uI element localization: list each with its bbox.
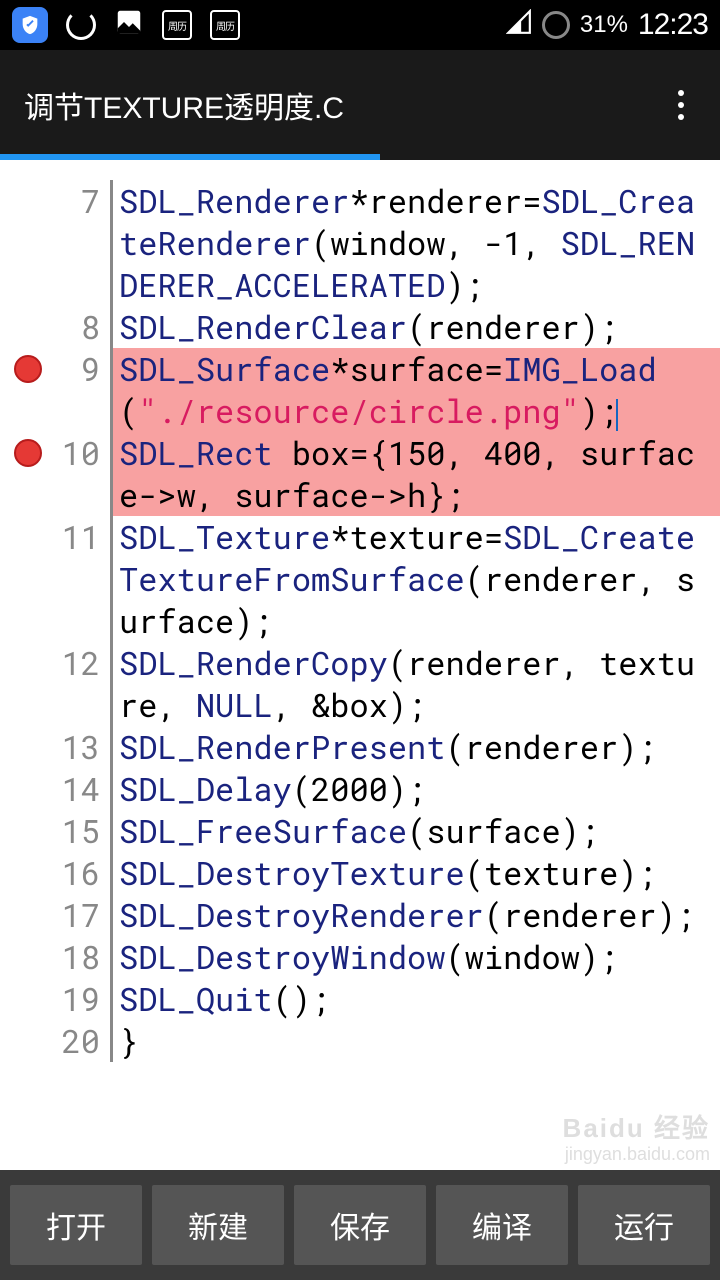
signal-icon (506, 9, 532, 42)
app-bar: 调节TEXTURE透明度.C (0, 50, 720, 160)
more-menu-button[interactable] (666, 78, 696, 132)
gutter[interactable]: 10 (0, 432, 110, 516)
bottom-toolbar: 打开 新建 保存 编译 运行 (0, 1170, 720, 1280)
file-title[interactable]: 调节TEXTURE透明度.C (24, 83, 344, 127)
line-number: 16 (62, 852, 100, 894)
new-button[interactable]: 新建 (152, 1185, 284, 1265)
gutter[interactable]: 12 (0, 642, 110, 726)
gutter[interactable]: 19 (0, 978, 110, 1020)
gutter[interactable]: 13 (0, 726, 110, 768)
gutter[interactable]: 18 (0, 936, 110, 978)
code-text[interactable]: SDL_Quit(); (113, 978, 720, 1020)
shield-app-icon (12, 7, 48, 43)
line-number: 18 (62, 936, 100, 978)
code-editor[interactable]: 61280, SDL_WINDOW_SHOWN);7SDL_Renderer*r… (0, 160, 720, 1170)
line-number: 19 (62, 978, 100, 1020)
code-text[interactable]: SDL_Texture*texture=SDL_CreateTextureFro… (113, 516, 720, 642)
line-number: 7 (81, 180, 100, 222)
code-line[interactable]: 12 SDL_RenderCopy(renderer, texture, NULL… (0, 642, 720, 726)
breakpoint-icon[interactable] (14, 355, 42, 383)
code-text[interactable]: SDL_Delay(2000); (113, 768, 720, 810)
code-text[interactable]: SDL_DestroyWindow(window); (113, 936, 720, 978)
gallery-icon (114, 7, 144, 44)
code-text[interactable]: SDL_RenderPresent(renderer); (113, 726, 720, 768)
gutter[interactable]: 16 (0, 852, 110, 894)
gutter[interactable]: 7 (0, 180, 110, 306)
code-line[interactable]: 10 SDL_Rect box={150, 400, surface->w, su… (0, 432, 720, 516)
code-line[interactable]: 8 SDL_RenderClear(renderer); (0, 306, 720, 348)
code-line[interactable]: 14 SDL_Delay(2000); (0, 768, 720, 810)
code-line[interactable]: 20} (0, 1020, 720, 1062)
code-text[interactable]: } (113, 1020, 720, 1062)
line-number: 8 (81, 306, 100, 348)
gutter[interactable]: 15 (0, 810, 110, 852)
calendar-icon-1: 周历 (162, 10, 192, 40)
status-right: 31% 12:23 (506, 8, 708, 42)
code-text[interactable]: SDL_FreeSurface(surface); (113, 810, 720, 852)
code-line[interactable]: 17 SDL_DestroyRenderer(renderer); (0, 894, 720, 936)
gutter[interactable]: 14 (0, 768, 110, 810)
code-line[interactable]: 18 SDL_DestroyWindow(window); (0, 936, 720, 978)
code-text[interactable]: SDL_DestroyRenderer(renderer); (113, 894, 720, 936)
gutter[interactable]: 8 (0, 306, 110, 348)
code-text[interactable]: SDL_RenderClear(renderer); (113, 306, 720, 348)
gutter[interactable]: 9 (0, 348, 110, 432)
gutter[interactable]: 17 (0, 894, 110, 936)
code-text[interactable]: SDL_DestroyTexture(texture); (113, 852, 720, 894)
line-number: 14 (62, 768, 100, 810)
code-line[interactable]: 11 SDL_Texture*texture=SDL_CreateTextureF… (0, 516, 720, 642)
line-number: 12 (62, 642, 100, 684)
gutter[interactable]: 20 (0, 1020, 110, 1062)
battery-icon (542, 11, 570, 39)
text-cursor (616, 399, 618, 431)
clock: 12:23 (638, 8, 708, 42)
code-line[interactable]: 15 SDL_FreeSurface(surface); (0, 810, 720, 852)
code-text[interactable]: SDL_Surface*surface=IMG_Load("./resource… (113, 348, 720, 432)
code-line[interactable]: 16 SDL_DestroyTexture(texture); (0, 852, 720, 894)
code-line[interactable]: 13 SDL_RenderPresent(renderer); (0, 726, 720, 768)
code-line[interactable]: 7 SDL_Renderer*renderer=SDL_CreateRendere… (0, 180, 720, 306)
breakpoint-icon[interactable] (14, 439, 42, 467)
status-bar: 周历 周历 31% 12:23 (0, 0, 720, 50)
status-left: 周历 周历 (12, 7, 240, 44)
loading-icon (66, 10, 96, 40)
gutter[interactable]: 11 (0, 516, 110, 642)
open-button[interactable]: 打开 (10, 1185, 142, 1265)
line-number: 17 (62, 894, 100, 936)
line-number: 20 (62, 1020, 100, 1062)
code-text[interactable]: SDL_Renderer*renderer=SDL_CreateRenderer… (113, 180, 720, 306)
save-button[interactable]: 保存 (294, 1185, 426, 1265)
code-text[interactable]: SDL_Rect box={150, 400, surface->w, surf… (113, 432, 720, 516)
line-number: 15 (62, 810, 100, 852)
line-number: 10 (62, 432, 100, 474)
battery-percentage: 31% (580, 11, 628, 39)
code-line[interactable]: 19 SDL_Quit(); (0, 978, 720, 1020)
run-button[interactable]: 运行 (578, 1185, 710, 1265)
compile-button[interactable]: 编译 (436, 1185, 568, 1265)
line-number: 13 (62, 726, 100, 768)
code-text[interactable]: SDL_RenderCopy(renderer, texture, NULL, … (113, 642, 720, 726)
code-line[interactable]: 9 SDL_Surface*surface=IMG_Load("./resourc… (0, 348, 720, 432)
line-number: 11 (62, 516, 100, 558)
line-number: 9 (81, 348, 100, 390)
calendar-icon-2: 周历 (210, 10, 240, 40)
